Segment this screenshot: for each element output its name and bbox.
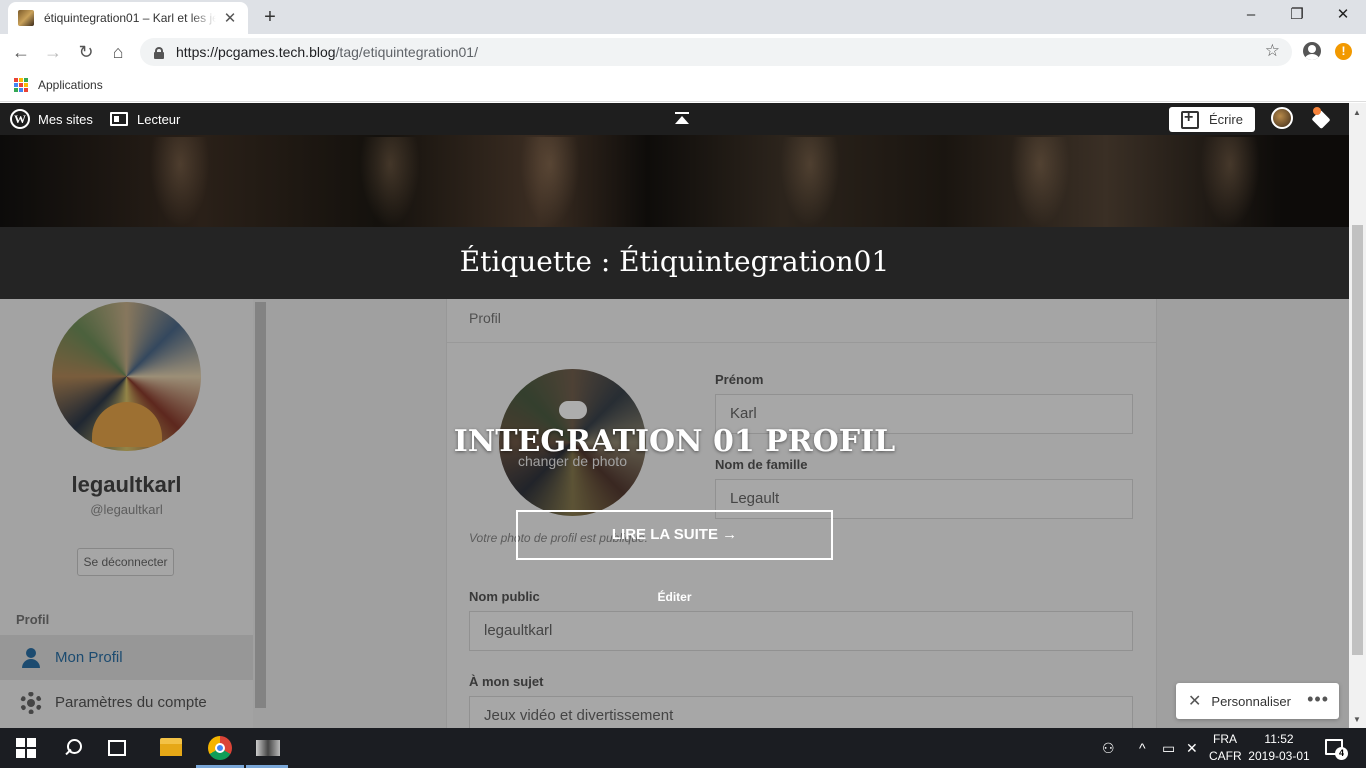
language-indicator[interactable]: FRA CAFR bbox=[1209, 731, 1242, 765]
my-sites-link[interactable]: Mes sites bbox=[38, 112, 93, 127]
url-path: /tag/etiquintegration01/ bbox=[335, 44, 478, 60]
read-more-button[interactable]: LIRE LA SUITE → bbox=[516, 510, 833, 560]
new-post-icon bbox=[1181, 109, 1199, 129]
tray-chevron-up-icon[interactable]: ^ bbox=[1139, 740, 1146, 756]
reload-icon[interactable]: ↻ bbox=[74, 40, 98, 64]
tab-title: étiquintegration01 – Karl et les jeux vi… bbox=[44, 11, 216, 25]
bookmark-star-icon[interactable]: ☆ bbox=[1265, 41, 1280, 61]
browser-toolbar: ← → ↻ ⌂ https://pcgames.tech.blog/tag/et… bbox=[0, 34, 1366, 70]
network-icon[interactable]: ▭ bbox=[1162, 740, 1175, 757]
home-icon[interactable]: ⌂ bbox=[106, 40, 130, 64]
bookmark-applications[interactable]: Applications bbox=[38, 78, 103, 92]
apps-grid-icon[interactable] bbox=[14, 78, 28, 92]
language-code: FRA bbox=[1213, 732, 1237, 746]
more-options-icon[interactable]: ••• bbox=[1307, 689, 1329, 710]
task-view-icon[interactable] bbox=[108, 740, 126, 756]
wp-admin-bar: W Mes sites Lecteur Écrire bbox=[0, 103, 1366, 135]
clock[interactable]: 11:52 2019-03-01 bbox=[1246, 731, 1312, 765]
url-text: https://pcgames.tech.blog/tag/etiquinteg… bbox=[176, 44, 478, 60]
new-tab-button[interactable]: + bbox=[258, 6, 282, 28]
file-explorer-icon[interactable] bbox=[160, 738, 182, 756]
clock-time: 11:52 bbox=[1264, 732, 1294, 746]
browser-tab[interactable]: étiquintegration01 – Karl et les jeux vi… bbox=[8, 2, 248, 34]
windows-taskbar: ⚇ ^ ▭ ✕ FRA CAFR 11:52 2019-03-01 4 bbox=[0, 728, 1366, 768]
site-favicon-icon bbox=[18, 10, 34, 26]
browser-tab-strip: étiquintegration01 – Karl et les jeux vi… bbox=[0, 0, 1366, 34]
scroll-up-arrow-icon[interactable]: ▲ bbox=[1353, 108, 1361, 117]
forward-arrow-icon[interactable]: → bbox=[41, 40, 65, 64]
reader-icon[interactable] bbox=[110, 112, 128, 126]
back-arrow-icon[interactable]: ← bbox=[9, 40, 33, 64]
post-title[interactable]: INTEGRATION 01 PROFIL bbox=[0, 424, 1349, 459]
collapse-header-icon[interactable] bbox=[674, 112, 690, 126]
scrollbar-thumb[interactable] bbox=[1352, 225, 1363, 655]
edit-link[interactable]: Éditer bbox=[0, 590, 1349, 604]
windows-start-icon[interactable] bbox=[14, 736, 38, 760]
game-app-icon[interactable] bbox=[256, 740, 280, 756]
lock-icon bbox=[154, 46, 164, 59]
action-center-icon[interactable]: 4 bbox=[1325, 739, 1348, 760]
chrome-icon[interactable] bbox=[208, 736, 232, 760]
bookmarks-bar: Applications bbox=[0, 70, 1366, 102]
clock-date: 2019-03-01 bbox=[1248, 749, 1310, 763]
customize-button[interactable]: ✕ Personnaliser ••• bbox=[1176, 683, 1339, 719]
write-button[interactable]: Écrire bbox=[1169, 107, 1255, 132]
close-window-button[interactable]: ✕ bbox=[1320, 4, 1366, 28]
wordpress-logo-icon[interactable]: W bbox=[10, 109, 30, 129]
search-icon[interactable] bbox=[62, 736, 86, 760]
notification-count: 4 bbox=[1335, 747, 1348, 760]
close-tab-icon[interactable]: ✕ bbox=[222, 9, 238, 27]
tag-heading: Étiquette : Étiquintegration01 bbox=[0, 227, 1349, 299]
user-avatar[interactable] bbox=[1271, 107, 1293, 129]
account-icon[interactable] bbox=[1303, 42, 1321, 60]
reader-link[interactable]: Lecteur bbox=[137, 112, 180, 127]
address-bar[interactable]: https://pcgames.tech.blog/tag/etiquinteg… bbox=[140, 38, 1292, 66]
people-icon[interactable]: ⚇ bbox=[1102, 740, 1115, 757]
url-domain: https://pcgames.tech.blog bbox=[176, 44, 336, 60]
customize-label: Personnaliser bbox=[1211, 693, 1291, 709]
scroll-down-arrow-icon[interactable]: ▼ bbox=[1353, 715, 1361, 724]
minimize-button[interactable]: – bbox=[1228, 4, 1274, 28]
tools-icon: ✕ bbox=[1188, 693, 1202, 710]
volume-muted-icon[interactable]: ✕ bbox=[1186, 740, 1198, 757]
write-label: Écrire bbox=[1209, 112, 1243, 127]
keyboard-layout: CAFR bbox=[1209, 749, 1242, 763]
notifications-bell-icon[interactable] bbox=[1312, 107, 1330, 126]
header-banner-image bbox=[0, 135, 1349, 227]
page-scrollbar[interactable]: ▲ ▼ bbox=[1349, 103, 1366, 728]
update-alert-icon[interactable]: ! bbox=[1335, 43, 1352, 60]
restore-button[interactable]: ❐ bbox=[1274, 4, 1320, 28]
